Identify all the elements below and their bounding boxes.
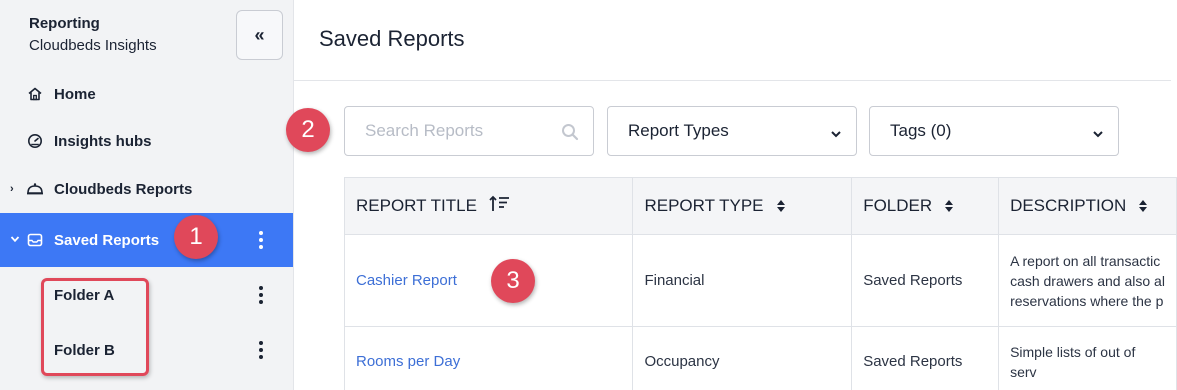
sort-descending-icon[interactable] bbox=[489, 195, 511, 218]
sort-icon[interactable] bbox=[776, 199, 786, 214]
sidebar-item-saved-reports[interactable]: Saved Reports bbox=[0, 213, 293, 267]
column-header-report-type[interactable]: REPORT TYPE bbox=[632, 177, 853, 235]
folders-highlight-box bbox=[41, 278, 149, 376]
tags-label: Tags (0) bbox=[890, 121, 952, 140]
report-types-label: Report Types bbox=[628, 121, 729, 140]
report-type-cell: Financial bbox=[632, 234, 853, 327]
more-options-icon[interactable] bbox=[259, 341, 263, 359]
sort-icon[interactable] bbox=[944, 199, 954, 214]
description-cell: Simple lists of out of serv bbox=[998, 326, 1177, 390]
callout-badge-3: 3 bbox=[491, 259, 535, 303]
table-row[interactable]: Cashier Report Financial Saved Reports A… bbox=[343, 234, 1177, 327]
sidebar-item-label: Saved Reports bbox=[54, 231, 160, 249]
column-header-description[interactable]: DESCRIPTION bbox=[998, 177, 1177, 235]
column-header-report-title[interactable]: REPORT TITLE bbox=[343, 177, 634, 235]
more-options-icon[interactable] bbox=[257, 231, 265, 249]
column-header-folder[interactable]: FOLDER bbox=[851, 177, 1000, 235]
sort-icon[interactable] bbox=[1138, 199, 1148, 214]
table-header-row: REPORT TITLE REPORT TYPE FOLDER DESCRIPT… bbox=[343, 177, 1177, 235]
page-title: Saved Reports bbox=[319, 26, 465, 51]
chevron-down-icon[interactable] bbox=[10, 234, 22, 246]
folder-cell: Saved Reports bbox=[851, 326, 1000, 390]
search-input[interactable] bbox=[345, 107, 593, 155]
chevron-down-icon bbox=[830, 125, 842, 138]
collapse-sidebar-button[interactable]: « bbox=[236, 10, 283, 60]
app-title: Reporting bbox=[29, 15, 100, 32]
sidebar-item-home[interactable]: Home bbox=[0, 74, 293, 114]
table-row[interactable]: Rooms per Day Occupancy Saved Reports Si… bbox=[343, 326, 1177, 390]
bell-icon bbox=[26, 180, 44, 198]
sidebar: Reporting Cloudbeds Insights « Home Insi… bbox=[0, 0, 294, 390]
description-cell: A report on all transactic cash drawers … bbox=[998, 234, 1177, 327]
folder-cell: Saved Reports bbox=[851, 234, 1000, 327]
tags-dropdown[interactable]: Tags (0) bbox=[869, 106, 1119, 156]
report-title-link[interactable]: Rooms per Day bbox=[356, 353, 460, 370]
inbox-icon bbox=[26, 231, 44, 249]
report-type-cell: Occupancy bbox=[632, 326, 853, 390]
home-icon bbox=[26, 85, 44, 103]
search-icon bbox=[561, 123, 579, 141]
chevron-down-icon bbox=[1092, 125, 1104, 138]
sidebar-item-cloudbeds-reports[interactable]: › Cloudbeds Reports bbox=[0, 169, 293, 209]
more-options-icon[interactable] bbox=[259, 286, 263, 304]
callout-badge-1: 1 bbox=[174, 215, 218, 259]
report-types-dropdown[interactable]: Report Types bbox=[607, 106, 857, 156]
chevron-right-icon[interactable]: › bbox=[10, 183, 22, 195]
reports-table: REPORT TITLE REPORT TYPE FOLDER DESCRIPT… bbox=[343, 177, 1177, 390]
gauge-icon bbox=[26, 132, 44, 150]
header-divider bbox=[294, 80, 1171, 81]
callout-badge-2: 2 bbox=[286, 108, 330, 152]
sidebar-item-label: Insights hubs bbox=[54, 132, 152, 150]
app-subtitle: Cloudbeds Insights bbox=[29, 37, 157, 54]
brand: Reporting Cloudbeds Insights bbox=[29, 14, 157, 58]
search-field[interactable] bbox=[344, 106, 594, 156]
report-title-link[interactable]: Cashier Report bbox=[356, 272, 457, 289]
sidebar-item-label: Cloudbeds Reports bbox=[54, 180, 193, 198]
sidebar-item-label: Home bbox=[54, 85, 96, 103]
sidebar-item-insights-hubs[interactable]: Insights hubs bbox=[0, 121, 293, 161]
